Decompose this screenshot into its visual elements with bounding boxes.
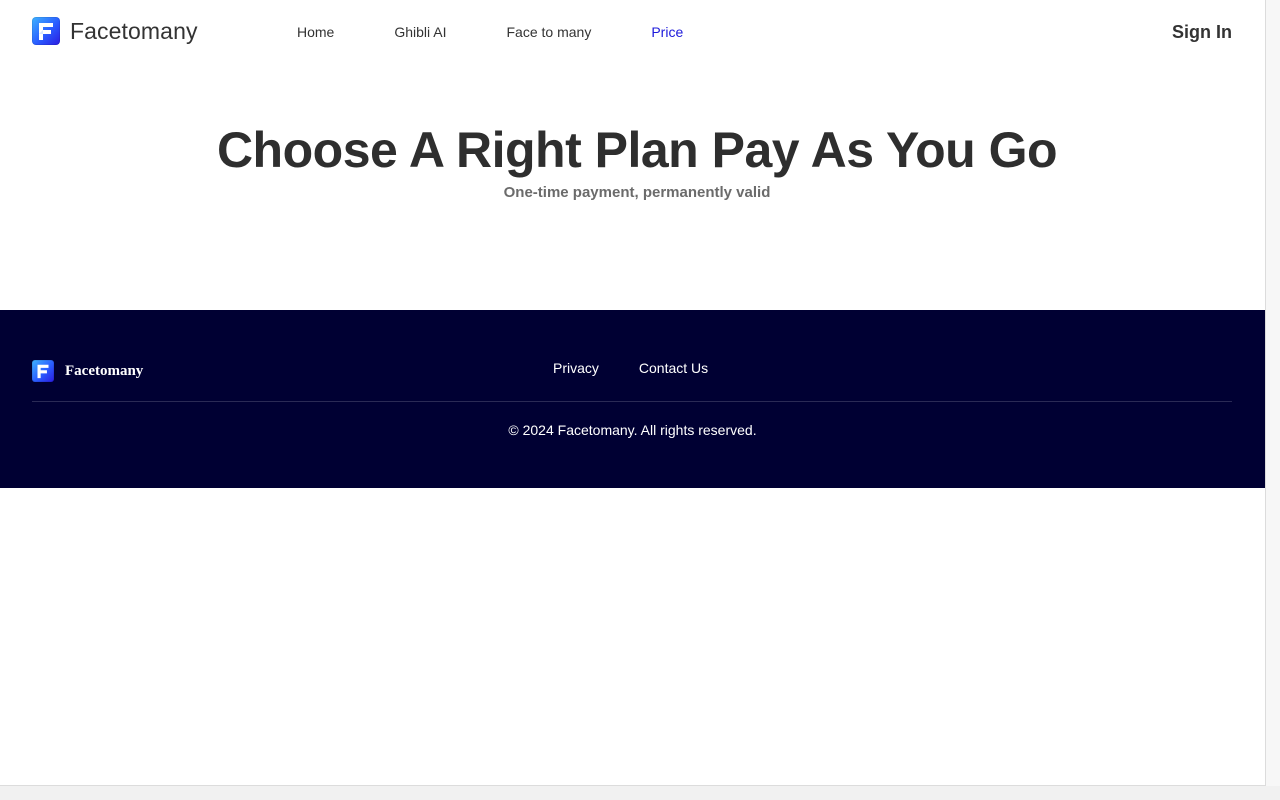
nav-face-to-many[interactable]: Face to many xyxy=(507,24,592,40)
facetomany-logo-icon xyxy=(32,17,60,45)
footer-brand-name: Facetomany xyxy=(65,362,144,379)
footer-link-privacy[interactable]: Privacy xyxy=(553,360,599,376)
brand-home-link[interactable]: Facetomany xyxy=(32,17,198,45)
page-viewport: Facetomany Home Ghibli AI Face to many P… xyxy=(0,0,1266,786)
footer-link-contact-us[interactable]: Contact Us xyxy=(639,360,708,376)
facetomany-logo-icon xyxy=(32,360,54,382)
sign-in-button[interactable]: Sign In xyxy=(1172,22,1232,43)
footer-brand: Facetomany xyxy=(32,360,143,382)
brand-name: Facetomany xyxy=(70,17,198,44)
site-footer: Facetomany Privacy Contact Us © 2024 Fac… xyxy=(0,310,1265,488)
nav-price[interactable]: Price xyxy=(651,24,683,40)
page-title: Choose A Right Plan Pay As You Go xyxy=(216,122,1058,178)
footer-links: Privacy Contact Us xyxy=(553,360,748,376)
nav-ghibli-ai[interactable]: Ghibli AI xyxy=(394,24,446,40)
page-subtitle: One-time payment, permanently valid xyxy=(503,184,771,201)
site-header: Facetomany Home Ghibli AI Face to many P… xyxy=(0,0,1265,64)
footer-divider xyxy=(32,401,1232,402)
nav-home[interactable]: Home xyxy=(297,24,334,40)
vertical-scrollbar[interactable] xyxy=(1266,0,1280,786)
horizontal-scrollbar[interactable] xyxy=(0,786,1280,800)
main-nav: Home Ghibli AI Face to many Price xyxy=(297,24,743,40)
copyright-text: © 2024 Facetomany. All rights reserved. xyxy=(508,422,757,438)
